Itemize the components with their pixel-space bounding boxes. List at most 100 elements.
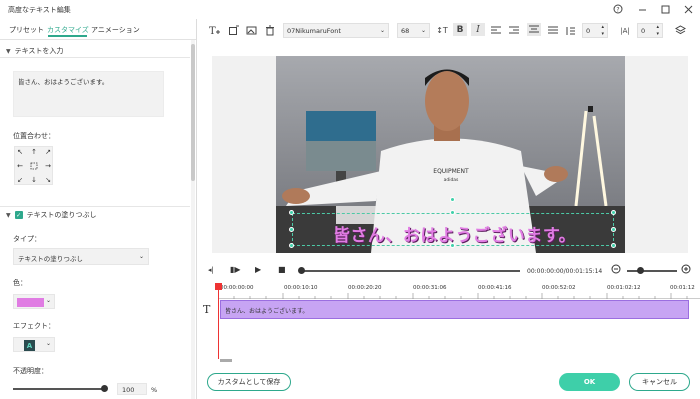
fill-type-select[interactable]: テキストの塗りつぶし ⌄ — [13, 248, 149, 265]
close-icon[interactable] — [680, 2, 696, 16]
text-input-field[interactable]: 皆さん、おはようございます。 — [13, 71, 164, 117]
settings-tabs: プリセット カスタマイズ アニメーション — [0, 19, 196, 40]
align-top-left-icon[interactable]: ↖ — [15, 147, 25, 157]
ruler-tick: 00:01:12 — [670, 285, 695, 291]
align-bottom-icon[interactable]: ↓ — [29, 175, 39, 185]
bold-icon[interactable]: B — [453, 23, 467, 36]
zoom-slider[interactable] — [627, 270, 677, 272]
color-swatch — [17, 298, 44, 307]
resize-handle[interactable] — [450, 243, 455, 248]
add-shape-icon[interactable] — [226, 24, 240, 37]
align-right-text-icon[interactable] — [507, 24, 521, 37]
save-as-custom-button[interactable]: カスタムとして保存 — [207, 373, 291, 391]
rotate-handle[interactable] — [450, 197, 455, 202]
opacity-input[interactable]: 100 — [117, 383, 147, 395]
resize-handle[interactable] — [611, 210, 616, 215]
chevron-down-icon: ⌄ — [420, 27, 426, 34]
fill-label: テキストの塗りつぶし — [26, 211, 97, 219]
window-title: 高度なテキスト編集 — [8, 6, 71, 14]
align-center-text-icon[interactable] — [527, 23, 541, 36]
left-scrollbar-thumb[interactable] — [191, 44, 195, 181]
timeline-scrollbar[interactable] — [220, 359, 232, 362]
playhead[interactable] — [218, 283, 219, 359]
align-top-icon[interactable]: ↑ — [29, 147, 39, 157]
resize-handle[interactable] — [289, 210, 294, 215]
fill-type-value: テキストの塗りつぶし — [18, 255, 83, 263]
align-label: 位置合わせ： — [13, 132, 55, 140]
timeline-ruler[interactable]: 00:00:00:00 00:00:10:10 00:00:20:20 00:0… — [218, 285, 700, 299]
play-pause-icon[interactable]: ▮▶ — [230, 265, 241, 274]
align-bottom-left-icon[interactable]: ↙ — [15, 175, 25, 185]
maximize-icon[interactable] — [657, 2, 673, 16]
add-image-icon[interactable] — [244, 24, 258, 37]
shirt-brand: adidas — [444, 177, 459, 183]
resize-handle[interactable] — [450, 210, 455, 215]
stop-icon[interactable]: ■ — [278, 265, 286, 274]
fill-section-header[interactable]: ▼ ✓ テキストの塗りつぶし — [6, 210, 97, 220]
minimize-icon[interactable] — [634, 2, 650, 16]
svg-text:T: T — [209, 26, 216, 36]
line-spacing-input[interactable]: 0 ▴ ▾ — [582, 23, 608, 38]
add-text-icon[interactable]: T — [207, 24, 221, 37]
align-left-text-icon[interactable] — [489, 24, 503, 37]
text-input-label: テキストを入力 — [14, 47, 64, 55]
italic-icon[interactable]: I — [471, 23, 485, 36]
playback-progress-bar[interactable] — [300, 270, 520, 272]
text-input-section-header[interactable]: ▼ テキストを入力 — [6, 46, 63, 56]
delete-icon[interactable] — [263, 24, 277, 37]
opacity-slider-handle[interactable] — [101, 385, 108, 392]
text-scale-icon[interactable]: ↕T — [435, 24, 449, 37]
font-family-value: 07NikumaruFont — [287, 27, 341, 35]
playback-progress-handle[interactable] — [298, 267, 305, 274]
line-spacing-value: 0 — [586, 27, 591, 35]
align-top-right-icon[interactable]: ↗ — [43, 147, 53, 157]
ruler-tick: 00:00:31:06 — [413, 285, 447, 291]
ruler-tick: 00:00:10:10 — [284, 285, 318, 291]
tab-preset[interactable]: プリセット — [9, 25, 44, 35]
align-center-icon[interactable] — [29, 161, 39, 171]
color-picker[interactable]: ⌄ — [13, 294, 55, 309]
font-size-value: 68 — [401, 27, 410, 35]
effect-preview-icon: A — [24, 340, 35, 351]
zoom-slider-handle[interactable] — [637, 267, 644, 274]
fill-checkbox[interactable]: ✓ — [14, 211, 23, 219]
cancel-label: キャンセル — [642, 378, 677, 386]
title-bar: 高度なテキスト編集 ? — [0, 0, 700, 19]
align-bottom-right-icon[interactable]: ↘ — [43, 175, 53, 185]
resize-handle[interactable] — [289, 227, 294, 232]
ok-button[interactable]: OK — [559, 373, 620, 391]
layers-icon[interactable] — [673, 24, 687, 37]
chevron-down-icon: ⌄ — [45, 340, 51, 347]
justify-text-icon[interactable] — [546, 24, 560, 37]
resize-handle[interactable] — [289, 243, 294, 248]
spinner-arrows-icon[interactable]: ▴ ▾ — [656, 24, 659, 38]
resize-handle[interactable] — [611, 243, 616, 248]
zoom-out-icon[interactable] — [611, 264, 621, 276]
align-right-icon[interactable]: → — [43, 161, 53, 171]
chevron-down-icon: ▼ — [6, 47, 11, 55]
letter-spacing-input[interactable]: 0 ▴ ▾ — [637, 23, 663, 38]
ok-label: OK — [583, 378, 596, 386]
letter-spacing-icon[interactable]: |A| — [618, 24, 632, 37]
opacity-unit: % — [151, 386, 158, 394]
active-tab-indicator — [48, 35, 87, 37]
previous-frame-icon[interactable]: ◂| — [208, 266, 214, 274]
opacity-slider[interactable] — [13, 388, 105, 390]
spinner-arrows-icon[interactable]: ▴ ▾ — [601, 24, 604, 38]
font-size-select[interactable]: 68 ⌄ — [397, 23, 430, 38]
effect-picker[interactable]: A ⌄ — [13, 337, 55, 352]
help-icon[interactable]: ? — [610, 2, 626, 16]
font-family-select[interactable]: 07NikumaruFont ⌄ — [283, 23, 389, 38]
tab-customize[interactable]: カスタマイズ — [47, 25, 89, 35]
align-left-icon[interactable]: ← — [15, 161, 25, 171]
text-clip[interactable]: 皆さん、おはようございます。 — [220, 300, 689, 319]
shirt-text: EQUIPMENT — [433, 168, 469, 175]
chevron-down-icon: ⌄ — [45, 297, 51, 304]
tab-animation[interactable]: アニメーション — [91, 25, 140, 35]
divider — [0, 206, 190, 207]
resize-handle[interactable] — [611, 227, 616, 232]
line-spacing-icon[interactable] — [563, 24, 577, 37]
cancel-button[interactable]: キャンセル — [629, 373, 690, 391]
zoom-in-icon[interactable] — [681, 264, 691, 276]
play-icon[interactable]: ▶ — [255, 265, 261, 274]
